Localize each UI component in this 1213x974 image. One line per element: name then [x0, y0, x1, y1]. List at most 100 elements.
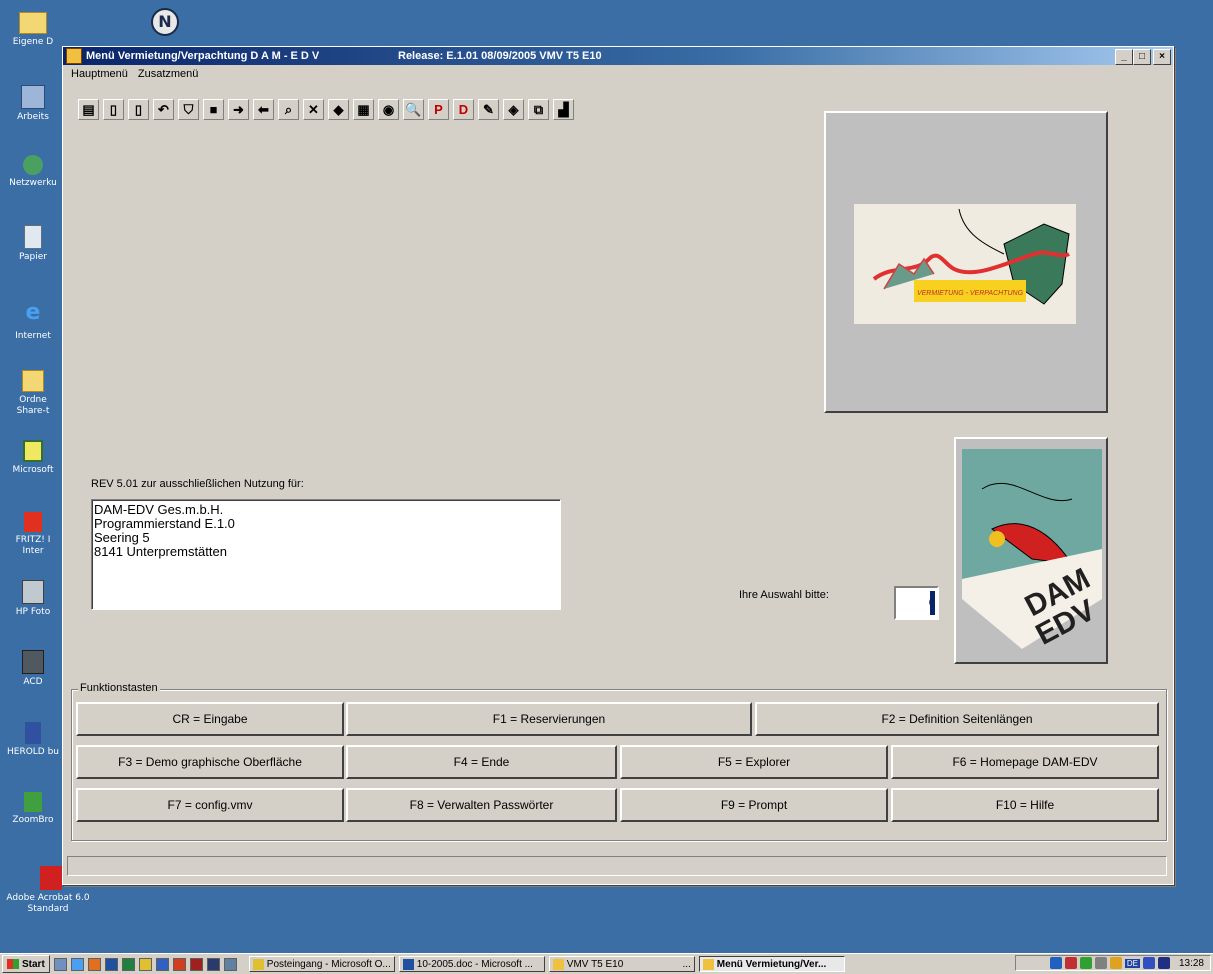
- acrobat-icon: [40, 866, 62, 890]
- tools-icon[interactable]: ✎: [478, 99, 499, 120]
- desktop-icon-eigene-dateien[interactable]: Eigene D: [0, 8, 66, 48]
- desktop-icon-acd[interactable]: ACD: [0, 650, 66, 688]
- desktop-icon-label: Papier: [19, 252, 47, 262]
- desktop-icon-netzwerk[interactable]: Netzwerku: [0, 155, 66, 189]
- print-preview-icon[interactable]: ▤: [78, 99, 99, 120]
- desktop-icon-label: Netzwerku: [9, 178, 57, 188]
- recycle-bin-icon: [24, 225, 42, 249]
- netscape-icon: N: [151, 8, 179, 36]
- fkey-f10-hilfe[interactable]: F10 = Hilfe: [891, 788, 1159, 822]
- funnel-icon[interactable]: ⛉: [178, 99, 199, 120]
- arrow-right-icon[interactable]: ➜: [228, 99, 249, 120]
- save-icon[interactable]: ■: [203, 99, 224, 120]
- eraser-icon[interactable]: ◈: [503, 99, 524, 120]
- fkey-f5-explorer[interactable]: F5 = Explorer: [620, 745, 888, 779]
- desktop-icon-hp-foto[interactable]: HP Foto: [0, 580, 66, 618]
- book-icon[interactable]: ◆: [328, 99, 349, 120]
- desktop-icon-zoombrowser[interactable]: ZoomBro: [0, 792, 66, 826]
- ie-quicklaunch-icon[interactable]: [70, 957, 84, 971]
- desktop-icon-internet[interactable]: e Internet: [0, 300, 66, 342]
- rev-label: REV 5.01 zur ausschließlichen Nutzung fü…: [91, 478, 304, 490]
- desktop-icon-label: ZoomBro: [12, 815, 54, 825]
- shared-folder-icon: [22, 370, 44, 392]
- language-indicator[interactable]: DE: [1124, 958, 1140, 968]
- taskbar: Start Posteingang - Microsoft O... 10-20…: [0, 953, 1213, 974]
- fkey-f6-homepage[interactable]: F6 = Homepage DAM-EDV: [891, 745, 1159, 779]
- outlook-quicklaunch-icon[interactable]: [138, 957, 152, 971]
- page-blank-icon[interactable]: ▯: [128, 99, 149, 120]
- page-icon[interactable]: ▯: [103, 99, 124, 120]
- netscape-quicklaunch-icon[interactable]: [206, 957, 220, 971]
- function-keys-legend: Funktionstasten: [78, 682, 160, 694]
- fkey-f9-prompt[interactable]: F9 = Prompt: [620, 788, 888, 822]
- frontpage-quicklaunch-icon[interactable]: [155, 957, 169, 971]
- menu-hauptmenu[interactable]: Hauptmenü: [71, 68, 128, 80]
- globe-icon[interactable]: ◉: [378, 99, 399, 120]
- desktop-icon-label-2: Standard: [27, 904, 69, 914]
- task-menu-vermietung[interactable]: Menü Vermietung/Ver...: [698, 956, 845, 972]
- fkey-f2-definition[interactable]: F2 = Definition Seitenlängen: [755, 702, 1159, 736]
- license-line: DAM-EDV Ges.m.b.H.: [94, 502, 224, 517]
- release-info: Release: E.1.01 08/09/2005 VMV T5 E10: [398, 50, 602, 62]
- tray-icon-2[interactable]: [1064, 957, 1077, 969]
- desktop-icon-herold[interactable]: HEROLD bu: [0, 722, 66, 758]
- d-icon[interactable]: D: [453, 99, 474, 120]
- fkey-f4-ende[interactable]: F4 = Ende: [346, 745, 617, 779]
- desktop-icon-papierkorb[interactable]: Papier: [0, 225, 66, 263]
- task-label: VMV T5 E10: [566, 958, 624, 970]
- fkey-f3-demo[interactable]: F3 = Demo graphische Oberfläche: [76, 745, 344, 779]
- copy-icon[interactable]: ⧉: [528, 99, 549, 120]
- desktop-icon-fritz[interactable]: FRITZ! I Inter: [0, 512, 66, 557]
- tray-icon-7[interactable]: [1157, 957, 1170, 969]
- firefox-quicklaunch-icon[interactable]: [87, 957, 101, 971]
- fkey-f1-reservierungen[interactable]: F1 = Reservierungen: [346, 702, 752, 736]
- word-quicklaunch-icon[interactable]: [104, 957, 118, 971]
- zoombrowser-icon: [24, 792, 42, 812]
- logo-panel-dam-edv: DAM EDV: [954, 437, 1108, 664]
- calculator-icon[interactable]: ▦: [353, 99, 374, 120]
- tray-icon-6[interactable]: [1142, 957, 1155, 969]
- tray-icon-4[interactable]: [1094, 957, 1107, 969]
- delete-icon[interactable]: ✕: [303, 99, 324, 120]
- p-icon[interactable]: P: [428, 99, 449, 120]
- minimize-button[interactable]: _: [1115, 49, 1133, 65]
- task-vmv[interactable]: VMV T5 E10 ...: [548, 956, 695, 972]
- desktop-icon-label-2: Inter: [22, 546, 44, 556]
- access-quicklaunch-icon[interactable]: [189, 957, 203, 971]
- desktop-icon-microsoft[interactable]: Microsoft: [0, 440, 66, 476]
- selection-input[interactable]: 0: [894, 586, 939, 620]
- desktop-icon-ordner-share[interactable]: Ordne Share-t: [0, 370, 66, 417]
- fkey-f8-passwoerter[interactable]: F8 = Verwalten Passwörter: [346, 788, 617, 822]
- binoculars-icon[interactable]: ⌕: [278, 99, 299, 120]
- tray-icon-3[interactable]: [1079, 957, 1092, 969]
- excel-quicklaunch-icon[interactable]: [121, 957, 135, 971]
- undo-icon[interactable]: ↶: [153, 99, 174, 120]
- maximize-button[interactable]: □: [1133, 49, 1151, 65]
- show-desktop-icon[interactable]: [53, 957, 67, 971]
- magnifier-icon[interactable]: 🔍: [403, 99, 424, 120]
- fritz-icon: [24, 512, 42, 532]
- arrow-left-icon[interactable]: ⬅: [253, 99, 274, 120]
- title-bar[interactable]: Menü Vermietung/Verpachtung D A M - E D …: [63, 47, 1173, 65]
- fkey-f7-config[interactable]: F7 = config.vmv: [76, 788, 344, 822]
- fkey-cr-eingabe[interactable]: CR = Eingabe: [76, 702, 344, 736]
- desktop-icon-netscape[interactable]: N: [150, 8, 180, 39]
- task-overflow: ...: [682, 958, 691, 970]
- desktop-icon-arbeitsplatz[interactable]: Arbeits: [0, 85, 66, 123]
- task-posteingang[interactable]: Posteingang - Microsoft O...: [248, 956, 395, 972]
- selection-value: 0: [928, 597, 935, 609]
- app-task-icon: [552, 958, 564, 970]
- powerpoint-quicklaunch-icon[interactable]: [172, 957, 186, 971]
- start-button[interactable]: Start: [2, 955, 50, 973]
- chart-icon[interactable]: ▟: [553, 99, 574, 120]
- task-label: Posteingang - Microsoft O...: [266, 958, 391, 970]
- desktop-icon-label: Internet: [15, 331, 51, 341]
- close-button[interactable]: ×: [1153, 49, 1171, 65]
- task-word-doc[interactable]: 10-2005.doc - Microsoft ...: [398, 956, 545, 972]
- window-title: Menü Vermietung/Verpachtung D A M - E D …: [86, 50, 320, 62]
- tray-icon-5[interactable]: [1109, 957, 1122, 969]
- tray-icon-1[interactable]: [1049, 957, 1062, 969]
- menu-zusatzmenu[interactable]: Zusatzmenü: [138, 68, 199, 80]
- logo-panel-vermietung: VERMIETUNG - VERPACHTUNG: [824, 111, 1108, 413]
- program-quicklaunch-icon[interactable]: [223, 957, 237, 971]
